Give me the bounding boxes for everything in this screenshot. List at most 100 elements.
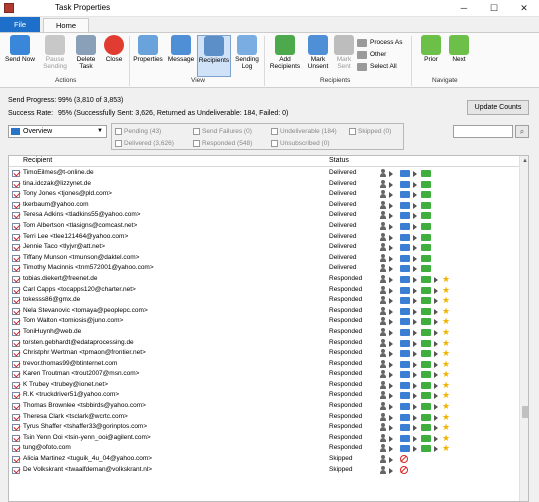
sending-log-button[interactable]: Sending Log [233,35,261,77]
mark-sent-button[interactable]: Mark Sent [333,35,355,77]
table-row[interactable]: Christphr Wertman <tpmaon@frontier.net> R… [9,348,519,359]
filter-undeliverable[interactable]: Undeliverable (184) [271,127,337,136]
scroll-up-icon[interactable]: ▲ [522,158,528,164]
table-row[interactable]: tina.idczak@lizzynet.de Delivered [9,179,519,190]
filter-pending[interactable]: Pending (43) [115,127,161,136]
properties-button[interactable]: Properties [131,35,165,77]
table-row[interactable]: Teresa Adkins <tladkins55@yahoo.com> Deli… [9,210,519,221]
table-row[interactable]: Tom Walton <tomiosis@juno.com> Responded ★ [9,316,519,327]
table-row[interactable]: tokesss86@gmx.de Responded ★ [9,295,519,306]
table-row[interactable]: Tyrus Shaffer <tshaffer33@gorinptos.com>… [9,422,519,433]
close-window-button[interactable]: ✕ [509,0,539,17]
table-row[interactable]: Carl Capps <tocapps120@charter.net> Respo… [9,285,519,296]
table-row[interactable]: tkerbaum@yahoo.com Delivered [9,200,519,211]
row-checkbox[interactable] [12,434,20,442]
table-row[interactable]: De Volkskrant <twaalfdeman@volkskrant.nl… [9,465,519,476]
table-row[interactable]: Timothy Macinnis <tnm572001@yahoo.com> De… [9,263,519,274]
row-checkbox[interactable] [12,403,20,411]
table-row[interactable]: Tiffany Munson <tmunson@daktel.com> Deliv… [9,253,519,264]
table-row[interactable]: Terri Lee <tlee121464@yahoo.com> Delivere… [9,232,519,243]
table-row[interactable]: Tsin Yenn Ooi <tsin-yenn_ooi@agilent.com… [9,433,519,444]
row-checkbox[interactable] [12,265,20,273]
row-checkbox[interactable] [12,350,20,358]
row-checkbox[interactable] [12,466,20,474]
table-row[interactable]: ToniHuynh@web.de Responded ★ [9,327,519,338]
recipient-cell: tkerbaum@yahoo.com [23,200,89,208]
row-checkbox[interactable] [12,244,20,252]
row-checkbox[interactable] [12,424,20,432]
close-task-button[interactable]: Close [102,35,126,77]
row-checkbox[interactable] [12,180,20,188]
row-checkbox[interactable] [12,201,20,209]
filter-send-failures[interactable]: Send Failures (0) [193,127,252,136]
filter-delivered[interactable]: Delivered (3,626) [115,139,174,148]
maximize-button[interactable]: ☐ [479,0,509,17]
tab-home[interactable]: Home [43,18,89,32]
row-checkbox[interactable] [12,191,20,199]
table-row[interactable]: Jennie Taco <tlyjvr@att.net> Delivered [9,242,519,253]
row-checkbox[interactable] [12,392,20,400]
row-checkbox[interactable] [12,297,20,305]
table-row[interactable]: Theresa Clark <tsclark@wcrtc.com> Respond… [9,412,519,423]
send-now-button[interactable]: Send Now [3,35,37,77]
row-checkbox[interactable] [12,275,20,283]
select-all-button[interactable]: Select All [357,62,397,72]
row-checkbox[interactable] [12,212,20,220]
envelope-icon [400,360,410,368]
tab-file[interactable]: File [0,17,40,32]
pause-sending-button[interactable]: Pause Sending [39,35,71,77]
row-checkbox[interactable] [12,413,20,421]
prior-button[interactable]: Prior [418,35,444,77]
table-row[interactable]: Alicia Martinez <tuguik_4u_04@yahoo.com>… [9,454,519,465]
row-checkbox[interactable] [12,371,20,379]
row-checkbox[interactable] [12,233,20,241]
row-checkbox[interactable] [12,445,20,453]
table-row[interactable]: Karen Troutman <trout2007@msn.com> Respon… [9,369,519,380]
table-row[interactable]: Tony Jones <tjones@pld.com> Delivered [9,189,519,200]
arrow-right-icon [389,340,393,347]
filter-skipped[interactable]: Skipped (0) [349,127,391,136]
envelope-check-icon [421,254,431,262]
table-row[interactable]: K Trubey <trubey@ionet.net> Responded ★ [9,380,519,391]
table-row[interactable]: Thomas Brownlee <tsbbirds@yahoo.com> Resp… [9,401,519,412]
table-row[interactable]: torsten.gebhardt@edataprocessing.de Respo… [9,338,519,349]
row-checkbox[interactable] [12,318,20,326]
process-as-button[interactable]: Process As [357,38,403,48]
other-button[interactable]: Other [357,50,386,60]
add-recipients-button[interactable]: Add Recipients [267,35,303,77]
column-status[interactable]: Status [329,157,349,164]
table-row[interactable]: trevor.thomas99@btinternet.com Responded ★ [9,359,519,370]
next-button[interactable]: Next [446,35,472,77]
recipients-view-button[interactable]: Recipients [197,35,231,77]
row-checkbox[interactable] [12,254,20,262]
table-row[interactable]: R.K <truckdriver51@yahoo.com> Responded ★ [9,390,519,401]
table-row[interactable]: Nela Stevanovic <tomaya@peoplepc.com> Res… [9,306,519,317]
table-row[interactable]: TimoEilmes@t-online.de Delivered [9,168,519,179]
column-recipient[interactable]: Recipient [23,157,52,164]
row-checkbox[interactable] [12,222,20,230]
message-button[interactable]: Message [167,35,195,77]
minimize-button[interactable]: ─ [449,0,479,17]
search-button[interactable]: ⌕ [515,125,529,138]
view-filter-select[interactable]: Overview ▼ [8,125,107,138]
table-row[interactable]: tung@ofoto.com Responded ★ [9,443,519,454]
scrollbar-thumb[interactable] [522,406,528,418]
delete-task-button[interactable]: Delete Task [73,35,99,77]
row-checkbox[interactable] [12,456,20,464]
filter-responded[interactable]: Responded (548) [193,139,252,148]
row-checkbox[interactable] [12,360,20,368]
update-counts-button[interactable]: Update Counts [467,100,529,115]
table-row[interactable]: Tom Albertson <tlasigns@comcast.net> Deli… [9,221,519,232]
mark-unsent-button[interactable]: Mark Unsent [305,35,331,77]
search-input[interactable] [453,125,513,138]
table-row[interactable]: tobias.diekert@freenet.de Responded ★ [9,274,519,285]
row-checkbox[interactable] [12,286,20,294]
row-checkbox[interactable] [12,339,20,347]
row-checkbox[interactable] [12,328,20,336]
vertical-scrollbar[interactable]: ▲ [519,156,528,501]
row-checkbox[interactable] [12,307,20,315]
filter-unsubscribed[interactable]: Unsubscribed (0) [271,139,330,148]
arrow-right-icon [389,223,393,230]
row-checkbox[interactable] [12,381,20,389]
row-checkbox[interactable] [12,170,20,177]
